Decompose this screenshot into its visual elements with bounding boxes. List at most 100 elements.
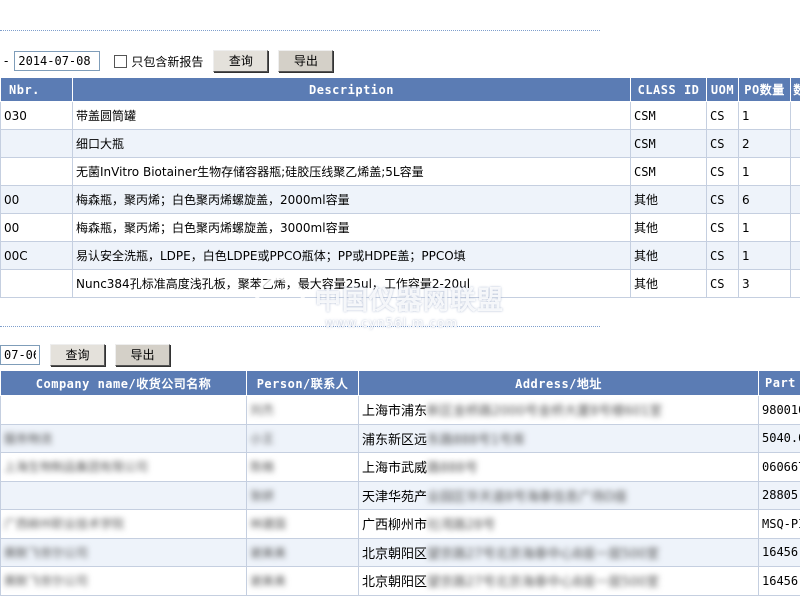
cell-company xyxy=(0,395,247,425)
cell-person: 谢美美 xyxy=(246,537,359,567)
cell-qty xyxy=(790,129,800,158)
cell-person: 刘杰 xyxy=(246,395,359,425)
cell-qty xyxy=(790,213,800,242)
address-redacted-part: 望京路27号北京海泰中心B座一层500室 xyxy=(427,575,660,591)
table-row[interactable]: Nunc384孔标准高度浅孔板，聚苯乙烯，最大容量25ul，工作容量2-20ul… xyxy=(0,269,800,298)
header-part[interactable]: Part xyxy=(758,370,800,396)
company-redacted: 服务物流 xyxy=(4,431,53,446)
cell-address: 浦东新区远东路888号1号库 xyxy=(358,423,759,453)
cell-class-id: 其他 xyxy=(630,241,707,270)
bottom-filter-bar: 查询 导出 xyxy=(0,344,170,366)
shipping-table: Company name/收货公司名称 Person/联系人 Address/地… xyxy=(0,370,800,596)
table-row[interactable]: 00 梅森瓶，聚丙烯；白色聚丙烯螺旋盖，3000ml容量 其他 CS 1 xyxy=(0,213,800,242)
cell-description: 细口大瓶 xyxy=(72,129,631,158)
header-person[interactable]: Person/联系人 xyxy=(246,370,359,396)
cell-description: 带盖圆筒罐 xyxy=(72,101,631,130)
top-filter-bar: - 只包含新报告 查询 导出 xyxy=(0,50,334,72)
cell-uom: CS xyxy=(706,157,739,186)
cell-qty xyxy=(790,185,800,214)
address-visible-part: 广西柳州市 xyxy=(362,518,428,534)
table-row[interactable]: 广西柳州职业技术学院林建国广西柳州市社湾路28号MSQ-PI xyxy=(0,509,800,539)
cell-class-id: CSM xyxy=(630,129,707,158)
cell-class-id: CSM xyxy=(630,157,707,186)
cell-uom: CS xyxy=(706,129,739,158)
items-table: Nbr. Description CLASS ID UOM PO数量 数 030… xyxy=(0,77,800,298)
shipping-table-header-row: Company name/收货公司名称 Person/联系人 Address/地… xyxy=(0,370,800,396)
cell-class-id: CSM xyxy=(630,101,707,130)
company-redacted: 赛默飞世尔公司 xyxy=(4,545,89,560)
address-visible-part: 北京朝阳区 xyxy=(362,546,428,562)
table-row[interactable]: 030 带盖圆筒罐 CSM CS 1 xyxy=(0,101,800,130)
person-redacted: 林建国 xyxy=(250,517,287,532)
export-button[interactable]: 导出 xyxy=(278,50,334,72)
cell-company: 赛默飞世尔公司 xyxy=(0,566,247,596)
end-date-input[interactable] xyxy=(14,51,101,71)
address-visible-part: 北京朝阳区 xyxy=(362,575,428,591)
cell-company: 赛默飞世尔公司 xyxy=(0,537,247,567)
cell-person: 谢美美 xyxy=(246,566,359,596)
new-report-checkbox-label: 只包含新报告 xyxy=(131,54,204,69)
cell-part: 980010 xyxy=(758,395,800,425)
bottom-date-input[interactable] xyxy=(0,345,40,365)
new-report-checkbox-group[interactable]: 只包含新报告 xyxy=(114,53,203,70)
cell-person: 张妍 xyxy=(246,480,359,510)
table-row[interactable]: 服务物流 小王 浦东新区远东路888号1号库5040.0 xyxy=(0,423,800,453)
cell-po-qty: 2 xyxy=(738,129,791,158)
cell-part: 16456- xyxy=(758,566,800,596)
table-row[interactable]: 细口大瓶 CSM CS 2 xyxy=(0,129,800,158)
table-row[interactable]: 赛默飞世尔公司 谢美美 北京朝阳区望京路27号北京海泰中心B座一层500室 16456… xyxy=(0,566,800,596)
cell-po-qty: 1 xyxy=(738,101,791,130)
header-po-qty[interactable]: PO数量 xyxy=(738,77,791,102)
bottom-export-button[interactable]: 导出 xyxy=(115,344,170,366)
header-company[interactable]: Company name/收货公司名称 xyxy=(0,370,247,396)
cell-company: 广西柳州职业技术学院 xyxy=(0,509,247,539)
table-row[interactable]: 张妍天津华苑产业园区华天道8号海泰信息广场D座28805- xyxy=(0,480,800,510)
company-redacted: 上海生物制品集团有限公司 xyxy=(4,460,149,475)
cell-uom: CS xyxy=(706,269,739,298)
address-visible-part: 天津华苑产 xyxy=(362,489,428,505)
address-redacted-part: 路888号 xyxy=(427,461,478,477)
table-row[interactable]: 00C 易认安全洗瓶，LDPE，白色LDPE或PPCO瓶体；PP或HDPE盖；PP… xyxy=(0,241,800,270)
cell-class-id: 其他 xyxy=(630,213,707,242)
cell-description: 无菌InVitro Biotainer生物存储容器瓶;硅胶压线聚乙烯盖;5L容量 xyxy=(72,157,631,186)
table-row[interactable]: 刘杰上海市浦东新区金桥路2000号金桥大厦8号楼601室980010 xyxy=(0,395,800,425)
cell-part: 5040.0 xyxy=(758,423,800,453)
cell-qty xyxy=(790,101,800,130)
cell-part: MSQ-PI xyxy=(758,509,800,539)
person-redacted: 陈楠 xyxy=(250,460,275,475)
table-row[interactable]: 赛默飞世尔公司 谢美美 北京朝阳区望京路27号北京海泰中心B座一层500室 16456… xyxy=(0,537,800,567)
person-redacted: 谢美美 xyxy=(250,574,287,589)
cell-address: 北京朝阳区望京路27号北京海泰中心B座一层500室 xyxy=(358,537,759,567)
header-description[interactable]: Description xyxy=(72,77,631,102)
company-redacted: 广西柳州职业技术学院 xyxy=(4,517,125,532)
cell-address: 广西柳州市社湾路28号 xyxy=(358,509,759,539)
header-class-id[interactable]: CLASS ID xyxy=(630,77,707,102)
items-table-header-row: Nbr. Description CLASS ID UOM PO数量 数 xyxy=(0,77,800,102)
cell-address: 上海市武威路888号 xyxy=(358,452,759,482)
query-button[interactable]: 查询 xyxy=(213,50,269,72)
cell-company: 上海生物制品集团有限公司 xyxy=(0,452,247,482)
cell-uom: CS xyxy=(706,241,739,270)
top-divider xyxy=(0,30,600,31)
bottom-query-button[interactable]: 查询 xyxy=(50,344,105,366)
address-visible-part: 浦东新区远 xyxy=(362,432,428,448)
header-address[interactable]: Address/地址 xyxy=(358,370,759,396)
cell-person: 林建国 xyxy=(246,509,359,539)
cell-po-qty: 1 xyxy=(738,157,791,186)
cell-description: Nunc384孔标准高度浅孔板，聚苯乙烯，最大容量25ul，工作容量2-20ul xyxy=(72,269,631,298)
header-nbr[interactable]: Nbr. xyxy=(0,77,73,102)
address-visible-part: 上海市武威 xyxy=(362,461,428,477)
cell-description: 梅森瓶，聚丙烯；白色聚丙烯螺旋盖，3000ml容量 xyxy=(72,213,631,242)
watermark-url: www.cyn56l.m.com xyxy=(325,316,459,330)
table-row[interactable]: 无菌InVitro Biotainer生物存储容器瓶;硅胶压线聚乙烯盖;5L容量… xyxy=(0,157,800,186)
address-redacted-part: 社湾路28号 xyxy=(427,518,496,534)
table-row[interactable]: 上海生物制品集团有限公司陈楠上海市武威路888号060667 xyxy=(0,452,800,482)
header-qty[interactable]: 数 xyxy=(790,77,800,102)
header-uom[interactable]: UOM xyxy=(706,77,739,102)
cell-address: 上海市浦东新区金桥路2000号金桥大厦8号楼601室 xyxy=(358,395,759,425)
table-row[interactable]: 00 梅森瓶，聚丙烯；白色聚丙烯螺旋盖，2000ml容量 其他 CS 6 xyxy=(0,185,800,214)
cell-nbr xyxy=(0,157,73,186)
new-report-checkbox[interactable] xyxy=(114,54,128,68)
person-redacted: 小王 xyxy=(250,431,275,446)
cell-uom: CS xyxy=(706,213,739,242)
